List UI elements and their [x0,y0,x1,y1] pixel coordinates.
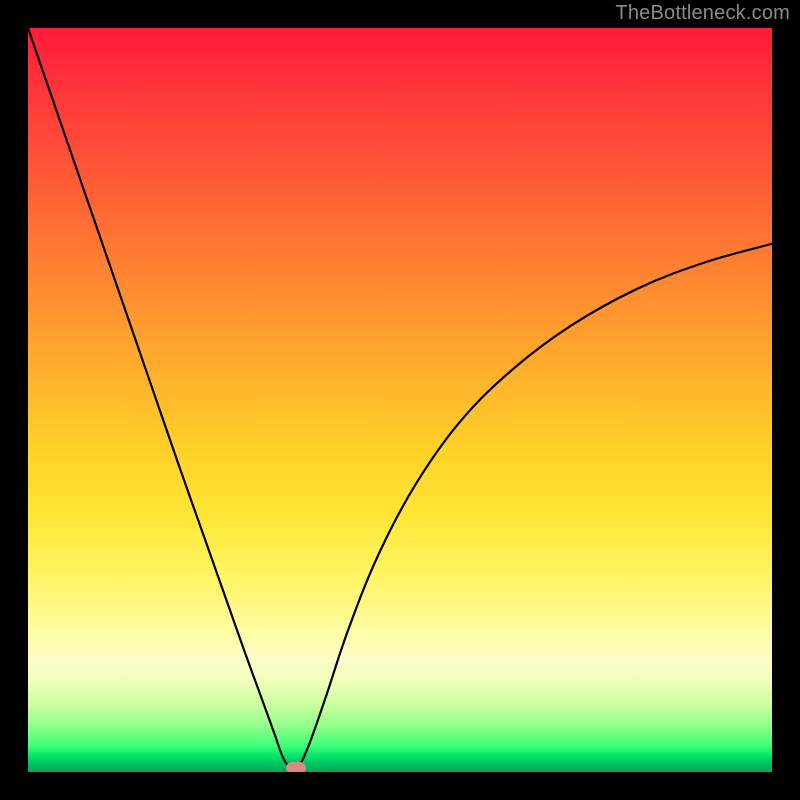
minimum-marker [286,762,306,772]
watermark-text: TheBottleneck.com [615,2,790,25]
chart-frame: TheBottleneck.com [0,0,800,800]
plot-area [28,28,772,772]
bottleneck-curve [28,28,772,772]
